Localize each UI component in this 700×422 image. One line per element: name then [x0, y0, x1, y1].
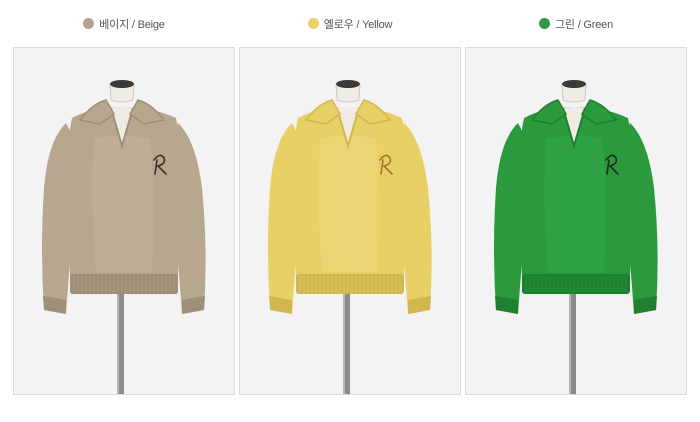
mannequin-cap [336, 80, 360, 88]
color-swatch [307, 18, 319, 29]
stand-pole [119, 288, 124, 394]
product-illustration [240, 48, 460, 394]
color-name: 그린 / Green [555, 18, 613, 31]
product-card-yellow: 옐로우 / Yellow [239, 0, 461, 395]
color-swatch [83, 18, 95, 29]
color-name: 베이지 / Beige [99, 18, 165, 31]
stand-pole [571, 288, 576, 394]
color-label: 옐로우 / Yellow [239, 0, 461, 47]
color-swatch [539, 18, 550, 29]
product-illustration [466, 48, 686, 394]
mannequin-cap [562, 80, 586, 88]
mannequin-cap [110, 80, 134, 88]
stand-pole [345, 288, 350, 394]
product-photo [465, 47, 687, 395]
color-label: 그린 / Green [465, 0, 687, 47]
product-card-green: 그린 / Green [465, 0, 687, 395]
color-options-row: 베이지 / Beige 옐로우 / Yellow 그린 / Green [0, 0, 700, 422]
product-card-beige: 베이지 / Beige [13, 0, 235, 395]
color-label: 베이지 / Beige [13, 0, 235, 47]
color-name: 옐로우 / Yellow [323, 18, 393, 31]
product-photo [239, 47, 461, 395]
product-illustration [14, 48, 234, 394]
product-photo [13, 47, 235, 395]
